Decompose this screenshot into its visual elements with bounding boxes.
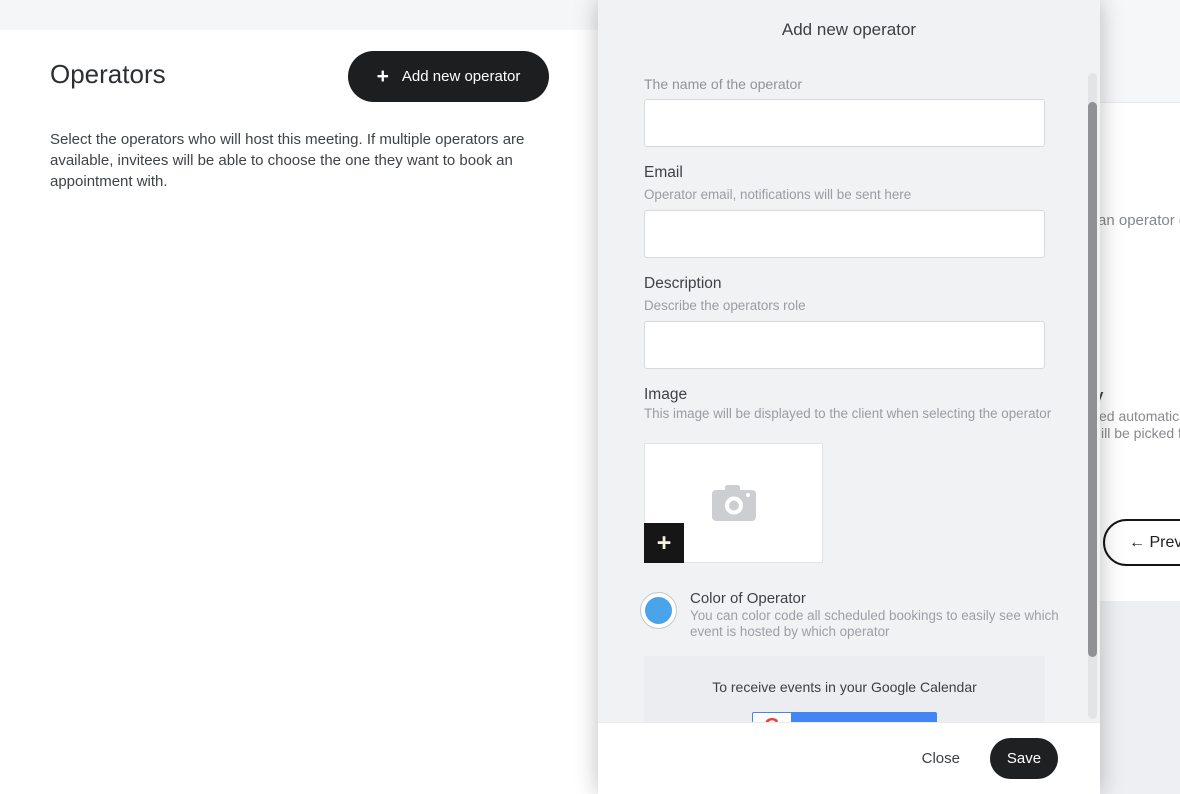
operator-color-swatch[interactable] (640, 592, 677, 629)
operator-email-input[interactable] (644, 210, 1045, 258)
operator-color-value (645, 597, 672, 624)
background-heading-fragment: y (1100, 387, 1103, 404)
image-add-button[interactable]: + (644, 523, 684, 563)
image-field-label: Image (644, 386, 687, 404)
drawer-title: Add new operator (598, 20, 1100, 40)
google-calendar-text: To receive events in your Google Calenda… (644, 679, 1045, 695)
background-text-fragment: ill be picked fi (1101, 425, 1180, 441)
drawer-scrollbar-thumb[interactable] (1088, 102, 1097, 657)
previous-button-label: ← Previo (1129, 534, 1180, 552)
add-operator-drawer: Add new operator The name of the operato… (598, 0, 1100, 794)
page-title: Operators (50, 59, 166, 90)
plus-icon: + (377, 66, 389, 87)
save-button[interactable]: Save (990, 738, 1058, 779)
page-description: Select the operators who will host this … (50, 129, 524, 192)
background-text-fragment: ed automatical (1100, 408, 1180, 424)
email-field-hint: Operator email, notifications will be se… (644, 187, 911, 203)
add-new-operator-button[interactable]: + Add new operator (348, 51, 549, 102)
name-field-label: The name of the operator (644, 76, 802, 92)
camera-icon (711, 484, 757, 522)
operator-description-input[interactable] (644, 321, 1045, 369)
background-page-right: an operator o y ed automatical ill be pi… (1100, 0, 1180, 794)
background-top-band (1100, 0, 1180, 103)
color-field-hint: You can color code all scheduled booking… (690, 608, 1059, 640)
image-upload-area[interactable]: + (644, 443, 823, 563)
plus-icon: + (657, 529, 672, 558)
email-field-label: Email (644, 164, 683, 182)
add-new-operator-label: Add new operator (402, 68, 520, 85)
operator-name-input[interactable] (644, 99, 1045, 147)
description-field-hint: Describe the operators role (644, 298, 806, 314)
image-field-hint: This image will be displayed to the clie… (644, 406, 1051, 422)
previous-button[interactable]: ← Previo (1103, 519, 1180, 566)
close-button[interactable]: Close (918, 744, 964, 773)
drawer-footer: Close Save (598, 722, 1100, 794)
background-text-fragment: an operator o (1100, 212, 1180, 229)
color-field-label: Color of Operator (690, 590, 806, 607)
background-bottom-band (1100, 601, 1180, 794)
description-field-label: Description (644, 275, 722, 293)
